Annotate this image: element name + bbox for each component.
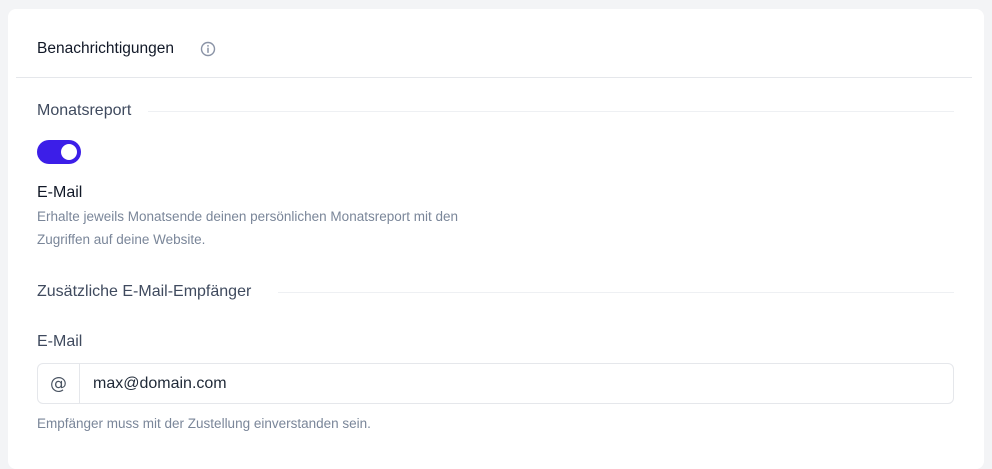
recipient-email-input[interactable]: [80, 364, 953, 403]
at-sign-icon: @: [38, 364, 80, 403]
section-divider-monthly: [148, 111, 954, 112]
recipient-email-label: E-Mail: [37, 333, 83, 350]
monthly-report-description: Erhalte jeweils Monatsende deinen persön…: [37, 209, 458, 247]
monthly-report-toggle[interactable]: [37, 140, 81, 164]
info-icon[interactable]: [200, 41, 216, 57]
section-title-additional-recipients: Zusätzliche E-Mail-Empfänger: [37, 282, 252, 302]
recipient-help-text: Empfänger muss mit der Zustellung einver…: [37, 416, 371, 431]
card-header: Benachrichtigungen: [16, 9, 972, 78]
section-divider-recipients: [278, 292, 954, 293]
monthly-report-email-label: E-Mail: [37, 184, 83, 201]
section-title-monthly-report: Monatsreport: [37, 101, 132, 121]
notifications-card: Benachrichtigungen Monatsreport E-Mail E…: [8, 9, 984, 469]
recipient-email-input-group: @: [37, 363, 954, 404]
toggle-knob: [61, 144, 77, 160]
card-title: Benachrichtigungen: [37, 40, 175, 57]
